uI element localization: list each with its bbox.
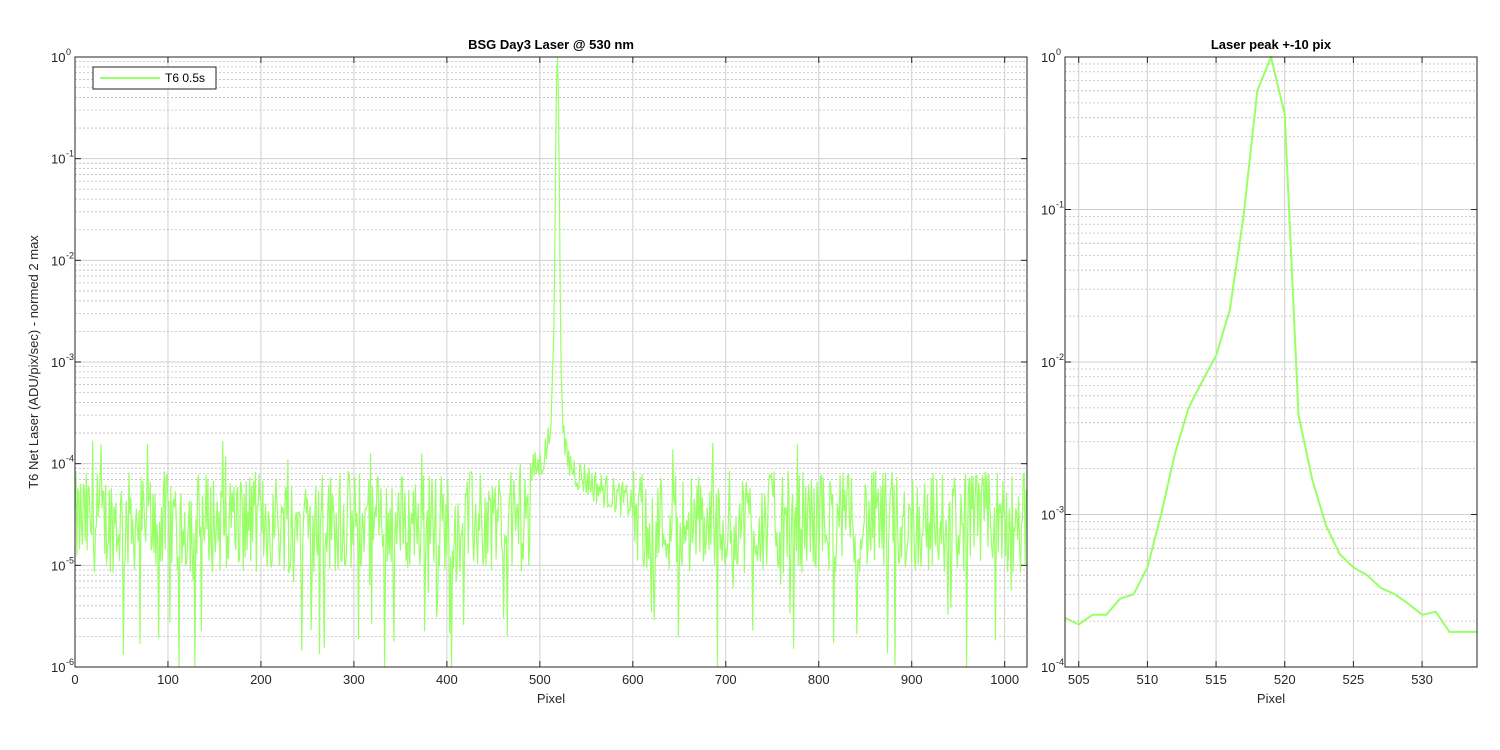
figure: 0 100 200 300 400 500 600 700 800 900 100010 010 -11… xyxy=(0,0,1500,750)
svg-text:-2: -2 xyxy=(1056,352,1064,362)
zoom-chart-title: Laser peak +-10 pix xyxy=(1211,37,1332,52)
svg-text:-2: -2 xyxy=(66,250,74,260)
svg-text:-4: -4 xyxy=(1056,657,1064,667)
svg-text:10: 10 xyxy=(51,50,65,65)
svg-text:10: 10 xyxy=(51,660,65,675)
zoom-x-axis-label: Pixel xyxy=(1257,691,1285,706)
svg-text:10: 10 xyxy=(1041,355,1055,370)
main-x-tick-label: 0 xyxy=(71,672,78,687)
svg-text:-4: -4 xyxy=(66,454,74,464)
zoom-x-tick-label: 505 xyxy=(1068,672,1090,687)
main-x-tick-label: 200 xyxy=(250,672,272,687)
main-x-tick-label: 300 xyxy=(343,672,365,687)
svg-text:-3: -3 xyxy=(1056,505,1064,515)
svg-text:10: 10 xyxy=(51,253,65,268)
main-x-tick-label: 400 xyxy=(436,672,458,687)
main-x-tick-label: 800 xyxy=(808,672,830,687)
main-x-tick-label: 600 xyxy=(622,672,644,687)
zoom-x-tick-label: 525 xyxy=(1343,672,1365,687)
main-x-tick-label: 1000 xyxy=(990,672,1019,687)
zoom-x-tick-label: 515 xyxy=(1205,672,1227,687)
main-x-tick-label: 100 xyxy=(157,672,179,687)
main-x-tick-label: 700 xyxy=(715,672,737,687)
zoom-x-tick-label: 530 xyxy=(1411,672,1433,687)
svg-text:10: 10 xyxy=(51,558,65,573)
svg-text:-6: -6 xyxy=(66,657,74,667)
svg-text:0: 0 xyxy=(1056,47,1061,57)
svg-text:10: 10 xyxy=(1041,660,1055,675)
main-chart-title: BSG Day3 Laser @ 530 nm xyxy=(468,37,634,52)
svg-text:0: 0 xyxy=(66,47,71,57)
main-x-axis-label: Pixel xyxy=(537,691,565,706)
zoom-x-tick-label: 510 xyxy=(1137,672,1159,687)
zoom-x-tick-label: 520 xyxy=(1274,672,1296,687)
svg-text:-1: -1 xyxy=(66,149,74,159)
main-x-tick-label: 900 xyxy=(901,672,923,687)
svg-text:-1: -1 xyxy=(1056,200,1064,210)
svg-text:10: 10 xyxy=(1041,508,1055,523)
main-y-axis-label: T6 Net Laser (ADU/pix/sec) - normed 2 ma… xyxy=(26,235,41,489)
svg-text:-3: -3 xyxy=(66,352,74,362)
figure-background xyxy=(0,0,1500,750)
main-x-tick-label: 500 xyxy=(529,672,551,687)
svg-text:10: 10 xyxy=(51,152,65,167)
legend-entry-label: T6 0.5s xyxy=(165,71,205,85)
legend: T6 0.5s xyxy=(92,66,217,90)
svg-text:10: 10 xyxy=(51,457,65,472)
svg-text:10: 10 xyxy=(1041,203,1055,218)
svg-text:10: 10 xyxy=(1041,50,1055,65)
svg-text:10: 10 xyxy=(51,355,65,370)
svg-text:-5: -5 xyxy=(66,555,74,565)
